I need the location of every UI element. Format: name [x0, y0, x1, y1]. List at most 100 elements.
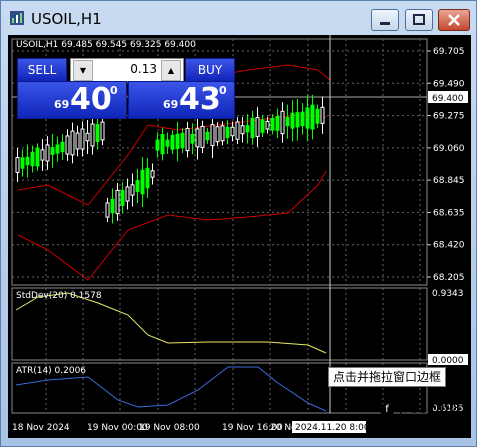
candle-body: [225, 126, 230, 138]
price-axis-label: 69.705: [433, 47, 465, 57]
current-price-label: 69.400: [432, 94, 464, 104]
title-bar[interactable]: USOIL,H1: [1, 1, 476, 35]
buy-price-prefix: 69: [163, 98, 179, 111]
candle-body: [155, 139, 160, 151]
candle-body: [185, 128, 190, 152]
candle-body: [280, 110, 285, 135]
candle-body: [260, 119, 265, 133]
candle-body: [125, 186, 130, 202]
candle-body: [175, 133, 180, 150]
close-icon: [448, 14, 460, 26]
candle-body: [305, 107, 310, 129]
price-axis-label: 69.060: [433, 144, 465, 154]
candle-body: [200, 125, 205, 148]
close-button[interactable]: [438, 9, 470, 31]
minimize-icon: [380, 22, 390, 25]
candle-body: [55, 144, 60, 154]
time-axis-label: 18 Nov 2024: [12, 423, 70, 433]
chart-window-icon: [10, 11, 24, 25]
candle-body: [95, 124, 100, 142]
candle-body: [20, 157, 25, 169]
candle-body: [45, 144, 50, 162]
sell-button[interactable]: SELL: [17, 58, 67, 82]
ohlc-readout: USOIL,H1 69.485 69.545 69.325 69.400: [16, 40, 196, 50]
candle-body: [120, 190, 125, 206]
time-cursor-label: 2024.11.20 8:00: [295, 423, 370, 433]
candle-body: [215, 126, 220, 143]
price-axis-label: 68.635: [433, 208, 465, 218]
lot-decrease-button[interactable]: ▼: [73, 60, 93, 81]
candle-body: [80, 128, 85, 150]
window-title: USOIL,H1: [31, 10, 102, 28]
candle-body: [110, 198, 115, 214]
watermark-logo-icon: f: [380, 402, 394, 417]
watermark-text: f @987998: [380, 402, 461, 417]
candle-body: [320, 106, 325, 124]
candle-body: [300, 111, 305, 127]
candle-body: [240, 125, 245, 135]
stddev-scale-max: 0.9343: [432, 289, 464, 299]
restore-icon: [413, 14, 425, 25]
candle-body: [275, 115, 280, 131]
candle-body: [285, 117, 290, 127]
price-axis-label: 68.205: [433, 273, 465, 283]
candle-body: [315, 108, 320, 124]
candle-body: [205, 131, 210, 141]
candle-body: [245, 125, 250, 133]
candle-body: [35, 147, 40, 167]
sell-price-quote[interactable]: 69 40 0: [17, 81, 127, 119]
buy-price-quote[interactable]: 69 43 0: [128, 81, 235, 119]
candle-body: [290, 112, 295, 129]
lower-band-line: [17, 170, 327, 281]
lot-increase-button[interactable]: ▲: [161, 60, 181, 81]
candle-body: [15, 157, 20, 173]
candle-body: [170, 134, 175, 150]
candle-body: [30, 151, 35, 167]
lot-size-field[interactable]: ▼ 0.13 ▲: [70, 58, 184, 82]
candle-body: [270, 118, 275, 131]
buy-price-pip: 0: [219, 84, 227, 97]
candle-body: [165, 139, 170, 147]
candle-body: [180, 132, 185, 149]
middle-band-line: [17, 114, 327, 206]
buy-price-main: 43: [179, 82, 221, 117]
candle-body: [100, 121, 105, 141]
candle-body: [70, 130, 75, 156]
candle-body: [50, 147, 55, 155]
candle-body: [220, 125, 225, 142]
candle-body: [25, 156, 30, 166]
minimize-button[interactable]: [371, 9, 399, 31]
candle-body: [85, 132, 90, 142]
stddev-line: [15, 292, 327, 354]
watermark-handle: @987998: [398, 402, 461, 417]
candle-body: [90, 123, 95, 147]
candle-body: [210, 124, 215, 147]
candle-body: [255, 117, 260, 137]
triangle-down-icon: ▼: [79, 66, 87, 75]
candle-body: [150, 170, 155, 178]
candle-body: [60, 141, 65, 153]
candle-body: [250, 117, 255, 139]
price-axis-label: 69.490: [433, 79, 465, 89]
candle-body: [230, 126, 235, 137]
price-axis-label: 69.275: [433, 112, 465, 122]
candle-body: [235, 121, 240, 140]
candle-body: [65, 135, 70, 155]
candle-body: [265, 120, 270, 130]
candle-body: [195, 128, 200, 148]
lot-size-value[interactable]: 0.13: [93, 62, 157, 76]
sell-price-prefix: 69: [54, 98, 70, 111]
candle-body: [105, 202, 110, 218]
candle-body: [310, 104, 315, 130]
candle-body: [40, 149, 45, 161]
time-axis-label: 19 Nov 08:00: [139, 423, 200, 433]
candle-body: [295, 112, 300, 128]
stddev-label: StdDev(20) 0.1578: [16, 291, 102, 301]
candle-body: [130, 184, 135, 196]
candle-body: [135, 180, 140, 192]
drag-border-tooltip: 点击并拖拉窗口边框: [328, 367, 446, 387]
candle-body: [190, 133, 195, 144]
buy-button[interactable]: BUY: [185, 58, 235, 82]
stddev-scale-zero: 0.0000: [432, 356, 464, 366]
restore-button[interactable]: [405, 9, 433, 31]
